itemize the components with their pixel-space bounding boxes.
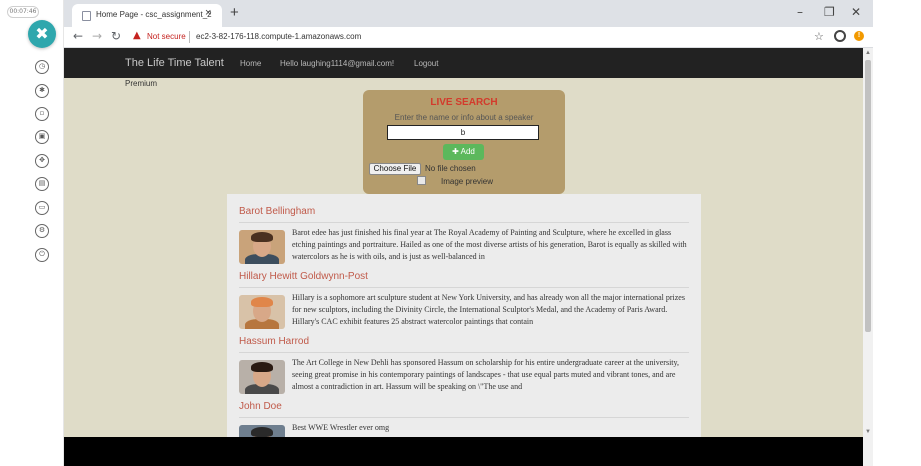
minimize-icon[interactable]: – (797, 5, 803, 19)
folder-icon[interactable]: ▭ (35, 201, 49, 215)
results-list: Barot Bellingham Barot edee has just fini… (227, 194, 701, 438)
address-divider (189, 31, 190, 43)
pointer-icon[interactable]: ✥ (35, 154, 49, 168)
choose-file-button[interactable]: Choose File (369, 163, 421, 175)
result-item[interactable]: Barot Bellingham Barot edee has just fini… (227, 200, 701, 265)
premium-label: Premium (125, 79, 158, 88)
bookmark-star-icon[interactable]: ☆ (814, 30, 824, 43)
update-alert-icon[interactable]: ! (854, 31, 864, 41)
live-search-panel: LIVE SEARCH Enter the name or info about… (363, 90, 565, 194)
add-button[interactable]: ✚ Add (443, 144, 484, 160)
result-name[interactable]: John Doe (239, 401, 282, 412)
speaker-avatar (239, 295, 285, 329)
scroll-down-icon[interactable]: ▼ (865, 429, 871, 435)
screen: 00:07:46 ✖ ◷ ✱ ▫ ▣ ✥ ▤ ▭ ⚙ ⏻ Home Page -… (0, 0, 921, 466)
site-brand[interactable]: The Life Time Talent (125, 57, 224, 69)
result-description: Hillary is a sophomore art sculpture stu… (292, 293, 685, 326)
url-field[interactable]: ec2-3-82-176-118.compute-1.amazonaws.com (196, 32, 361, 41)
result-divider (239, 222, 689, 223)
speaker-avatar (239, 230, 285, 264)
profile-icon[interactable] (834, 30, 846, 42)
broken-image-icon (417, 176, 426, 185)
security-status[interactable]: Not secure (147, 32, 186, 41)
result-description: Best WWE Wrestler ever omg (292, 423, 390, 432)
video-icon[interactable]: ▫ (35, 107, 49, 121)
file-status: No file chosen (425, 164, 476, 173)
speaker-avatar (239, 360, 285, 394)
bug-icon[interactable]: ✱ (35, 84, 49, 98)
back-icon[interactable]: ← (73, 29, 83, 43)
tab-close-icon[interactable]: × (205, 7, 211, 19)
result-name[interactable]: Barot Bellingham (239, 206, 315, 217)
result-description: Barot edee has just finished his final y… (292, 228, 687, 261)
site-navbar: The Life Time Talent Home Hello laughing… (64, 48, 863, 78)
scroll-up-icon[interactable]: ▲ (865, 50, 871, 56)
result-item[interactable]: Hassum Harrod The Art College in New Dehl… (227, 330, 701, 395)
nav-home-link[interactable]: Home (240, 59, 261, 68)
result-name[interactable]: Hillary Hewitt Goldwynn-Post (239, 271, 368, 282)
search-input[interactable]: b (387, 125, 539, 140)
page-viewport: The Life Time Talent Home Hello laughing… (64, 48, 863, 466)
maximize-icon[interactable]: ❐ (824, 5, 835, 19)
scroll-thumb[interactable] (865, 60, 871, 332)
tab-title: Home Page - csc_assignment_2 (96, 10, 212, 19)
timer-icon[interactable]: ◷ (35, 60, 49, 74)
forward-icon[interactable]: → (92, 29, 102, 43)
search-hint: Enter the name or info about a speaker (394, 113, 534, 122)
new-tab-button[interactable]: + (230, 4, 239, 22)
result-divider (239, 417, 689, 418)
address-bar: ← → ↻ ▲ Not secure ec2-3-82-176-118.comp… (64, 27, 873, 48)
tab-home-page[interactable]: Home Page - csc_assignment_2 × (72, 4, 222, 27)
tab-strip: Home Page - csc_assignment_2 × + – ❐ ✕ (64, 0, 873, 27)
screen-icon[interactable]: ▣ (35, 130, 49, 144)
page-icon (82, 11, 91, 21)
power-icon[interactable]: ⏻ (35, 248, 49, 262)
recorder-toolbar: 00:07:46 ✖ ◷ ✱ ▫ ▣ ✥ ▤ ▭ ⚙ ⏻ (0, 0, 64, 466)
result-divider (239, 287, 689, 288)
result-description: The Art College in New Dehli has sponsor… (292, 358, 680, 391)
keyboard-icon[interactable]: ▤ (35, 177, 49, 191)
nav-user-link[interactable]: Hello laughing1114@gmail.com! (280, 59, 394, 68)
image-preview-alt: Image preview (441, 177, 494, 186)
recording-timer: 00:07:46 (7, 6, 39, 18)
result-divider (239, 352, 689, 353)
desktop-margin (873, 0, 921, 466)
result-item[interactable]: John Doe Best WWE Wrestler ever omg (227, 395, 701, 438)
settings-icon[interactable]: ⚙ (35, 224, 49, 238)
reload-icon[interactable]: ↻ (111, 29, 121, 43)
close-recording-button[interactable]: ✖ (28, 20, 56, 48)
page-footer (64, 437, 863, 466)
warning-icon[interactable]: ▲ (133, 30, 141, 41)
window-close-icon[interactable]: ✕ (851, 5, 861, 19)
result-item[interactable]: Hillary Hewitt Goldwynn-Post Hillary is a… (227, 265, 701, 330)
search-title: LIVE SEARCH (430, 97, 498, 108)
nav-logout-link[interactable]: Logout (414, 59, 438, 68)
result-name[interactable]: Hassum Harrod (239, 336, 309, 347)
page-scrollbar[interactable]: ▲ ▼ (863, 48, 873, 466)
